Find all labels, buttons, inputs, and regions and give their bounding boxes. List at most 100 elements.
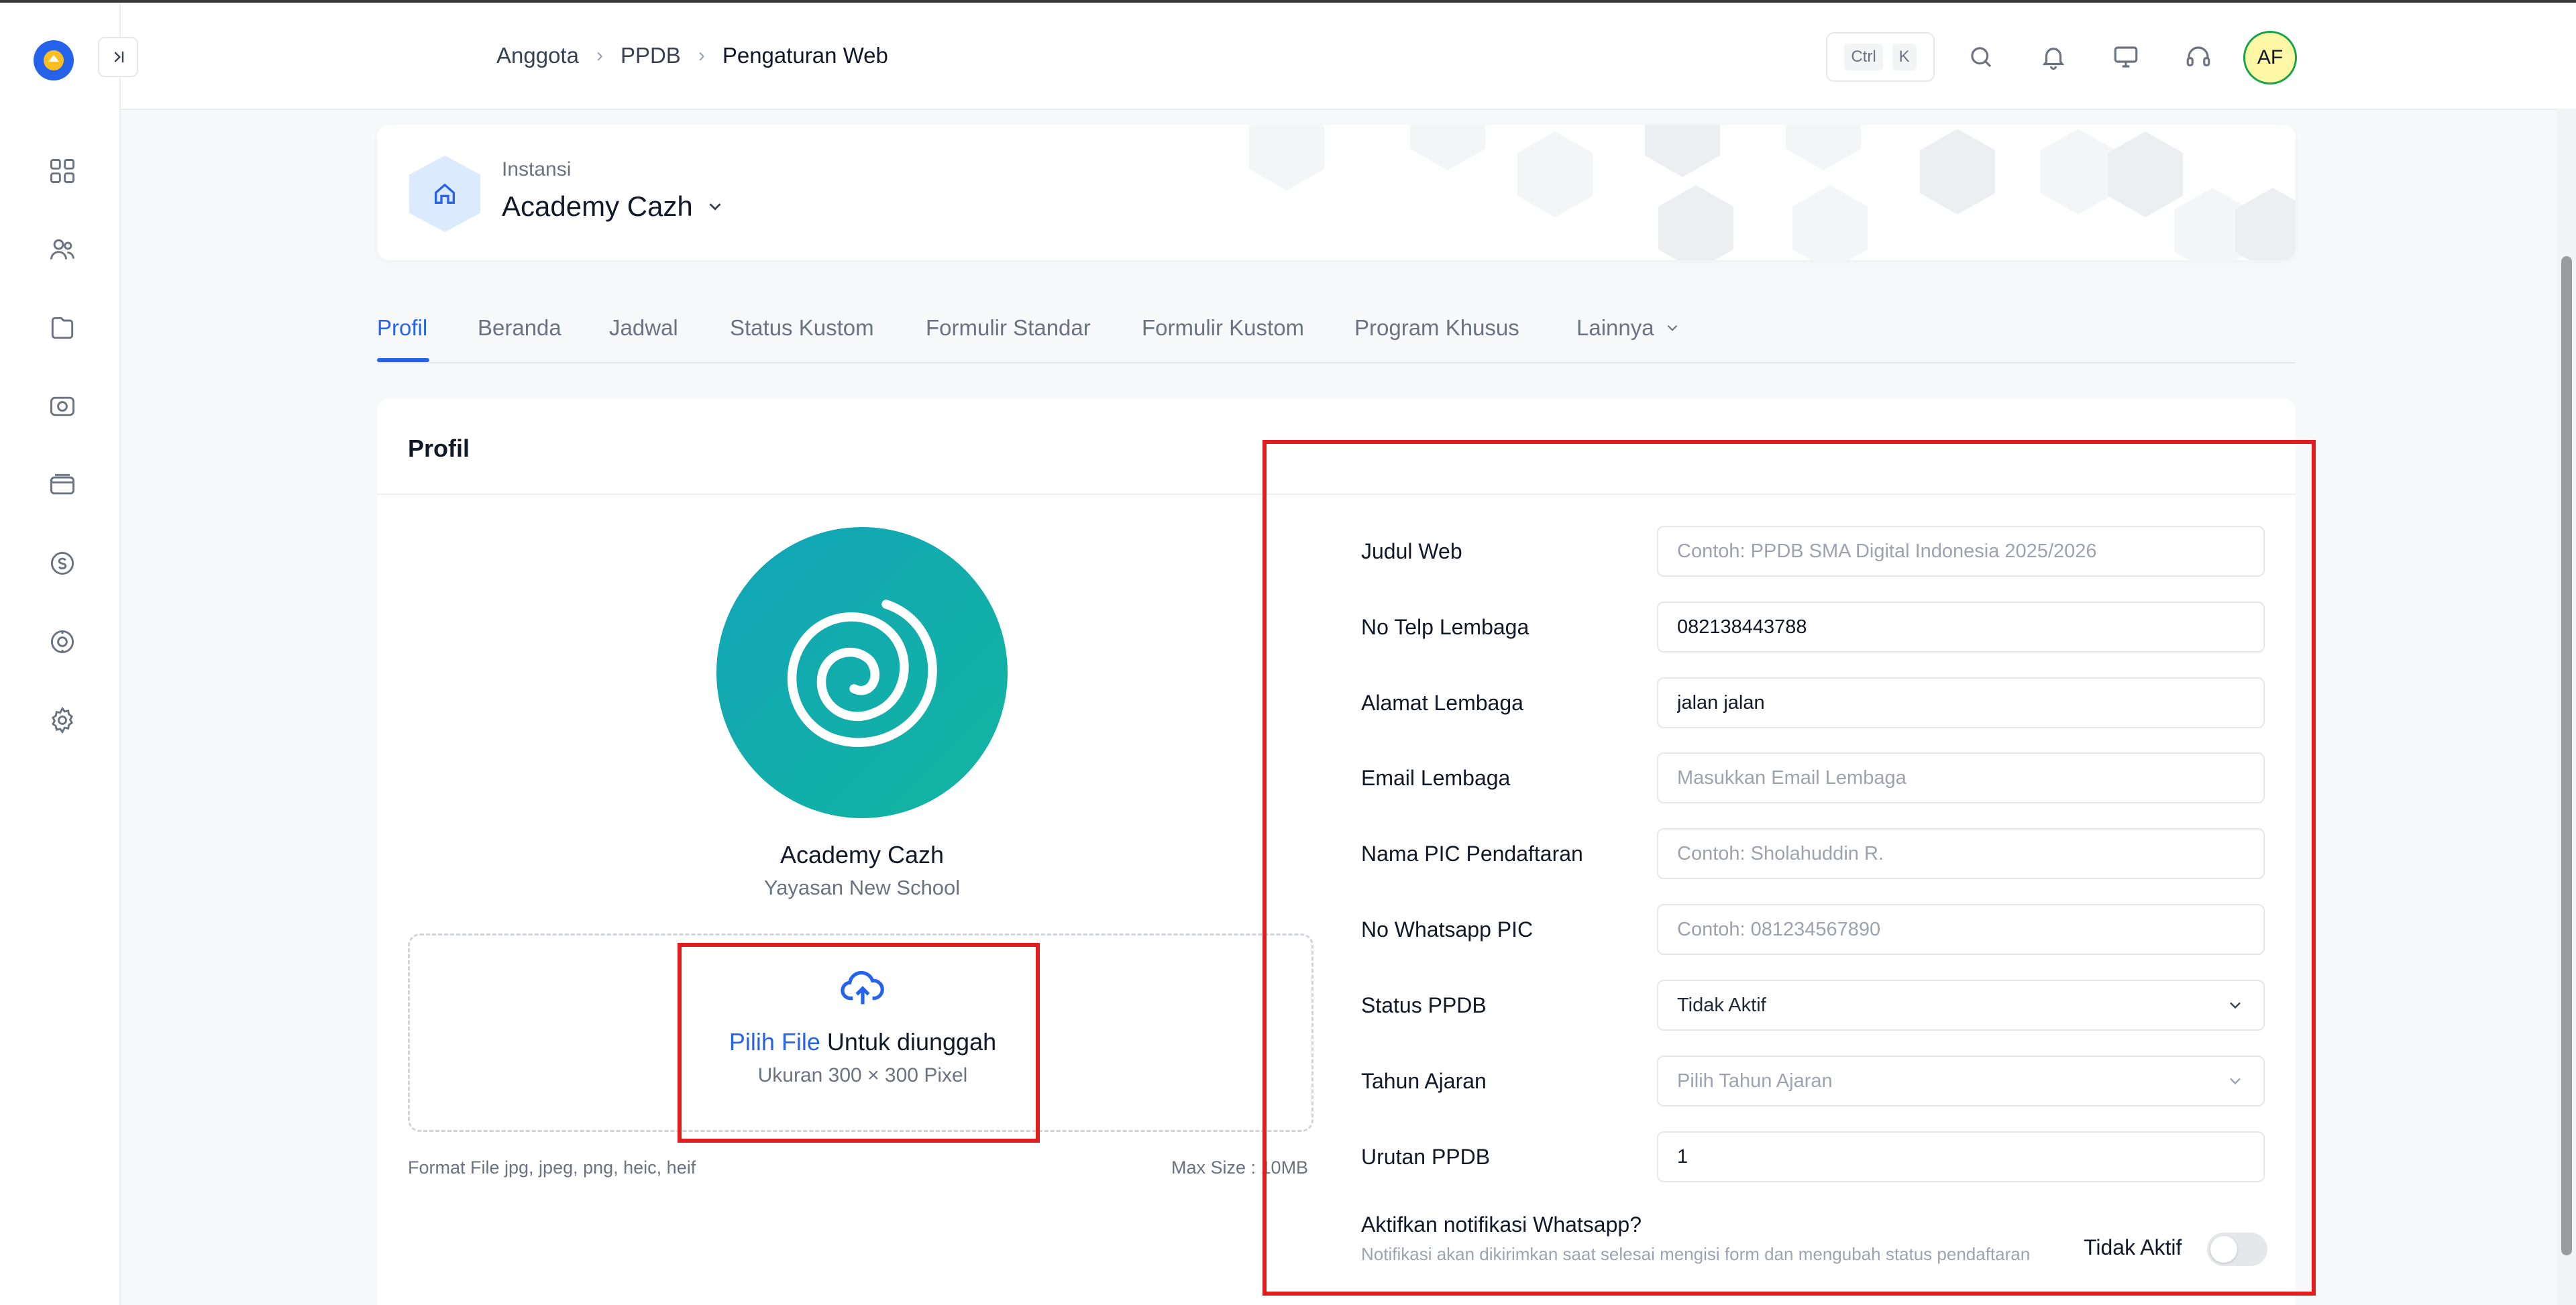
profile-card: Profil Academy Cazh Yayasan New School P… — [377, 398, 2296, 1305]
field-label: Email Lembaga — [1361, 766, 1511, 790]
form-row-alamat: Alamat Lembaga — [1361, 677, 2267, 728]
camera-icon[interactable] — [47, 391, 78, 422]
command-shortcut[interactable]: Ctrl K — [1826, 32, 1935, 82]
tab-bar: Profil Beranda Jadwal Status Kustom Form… — [377, 310, 2296, 363]
form-row-judul-web: Judul Web — [1361, 526, 2267, 577]
tahun-ajaran-placeholder: Pilih Tahun Ajaran — [1677, 1070, 1833, 1092]
decor-hex — [2235, 188, 2296, 260]
instansi-selector[interactable]: Academy Cazh — [502, 190, 725, 223]
field-label: Urutan PPDB — [1361, 1145, 1491, 1169]
breadcrumb-current: Pengaturan Web — [722, 43, 888, 68]
field-label: No Telp Lembaga — [1361, 615, 1529, 639]
chevron-right-icon: › — [596, 44, 603, 66]
chevron-down-icon — [709, 203, 721, 211]
judul-web-input[interactable] — [1657, 526, 2265, 577]
tab-profil[interactable]: Profil — [377, 315, 427, 341]
file-upload-dropzone[interactable]: Pilih File Untuk diunggah Ukuran 300 × 3… — [408, 933, 1313, 1132]
field-label: Alamat Lembaga — [1361, 691, 1523, 715]
upload-prompt-text: Untuk diunggah — [826, 1028, 997, 1056]
avatar[interactable]: AF — [2243, 31, 2297, 84]
tab-formulir-kustom[interactable]: Formulir Kustom — [1142, 315, 1304, 341]
choose-file-link[interactable]: Pilih File — [729, 1028, 820, 1056]
scrollbar-track[interactable] — [2557, 109, 2576, 1305]
form-row-tahun-ajaran: Tahun Ajaran Pilih Tahun Ajaran — [1361, 1056, 2267, 1107]
chevron-down-icon — [2230, 1078, 2241, 1085]
toggle-status-label: Tidak Aktif — [2084, 1235, 2182, 1259]
field-label: No Whatsapp PIC — [1361, 917, 1534, 942]
badge-icon[interactable] — [47, 626, 78, 657]
top-header: Anggota › PPDB › Pengaturan Web Ctrl K A… — [98, 3, 2576, 110]
tab-formulir-standar[interactable]: Formulir Standar — [926, 315, 1091, 341]
sidebar-toggle-button[interactable] — [98, 37, 138, 77]
kbd-ctrl: Ctrl — [1844, 44, 1883, 70]
search-icon[interactable] — [1964, 40, 1998, 74]
bell-icon[interactable] — [2037, 40, 2070, 74]
notif-description: Notifikasi akan dikirimkan saat selesai … — [1361, 1244, 2031, 1264]
divider — [377, 494, 2296, 495]
home-icon — [409, 156, 480, 232]
instansi-label: Instansi — [502, 158, 572, 180]
breadcrumb-ppdb[interactable]: PPDB — [621, 43, 681, 68]
form-row-urutan: Urutan PPDB — [1361, 1131, 2267, 1182]
field-label: Nama PIC Pendaftaran — [1361, 842, 1583, 866]
form-row-nama-pic: Nama PIC Pendaftaran — [1361, 828, 2267, 879]
field-label: Status PPDB — [1361, 993, 1487, 1017]
institution-name: Academy Cazh — [780, 841, 945, 868]
headset-icon[interactable] — [2182, 40, 2215, 74]
tab-jadwal[interactable]: Jadwal — [609, 315, 678, 341]
active-tab-indicator — [377, 358, 429, 362]
scrollbar-thumb[interactable] — [2561, 256, 2572, 1255]
file-format-hint: Format File jpg, jpeg, png, heic, heif — [408, 1157, 696, 1178]
tab-lainnya[interactable]: Lainnya — [1576, 315, 1681, 341]
status-ppdb-select[interactable]: Tidak Aktif — [1657, 980, 2265, 1031]
cloud-upload-icon — [410, 965, 1316, 1012]
breadcrumb: Anggota › PPDB › Pengaturan Web — [496, 43, 888, 68]
institution-logo — [716, 527, 1008, 818]
instansi-name: Academy Cazh — [502, 190, 693, 222]
app-logo[interactable] — [34, 40, 74, 80]
form-row-no-wa-pic: No Whatsapp PIC — [1361, 904, 2267, 955]
card-title: Profil — [408, 435, 470, 462]
kbd-k: K — [1892, 44, 1917, 70]
tab-status-kustom[interactable]: Status Kustom — [730, 315, 874, 341]
whatsapp-notif-toggle[interactable] — [2207, 1233, 2267, 1266]
decor-hex — [1249, 125, 1324, 190]
users-icon[interactable] — [47, 234, 78, 265]
institution-foundation: Yayasan New School — [763, 876, 961, 899]
monitor-icon[interactable] — [2109, 40, 2143, 74]
alamat-input[interactable] — [1657, 677, 2265, 728]
decor-hex — [1658, 185, 1733, 260]
urutan-input[interactable] — [1657, 1131, 2265, 1182]
field-label: Judul Web — [1361, 539, 1462, 563]
folder-icon[interactable] — [47, 313, 78, 343]
dashboard-icon[interactable] — [47, 156, 78, 186]
form-row-no-telp: No Telp Lembaga — [1361, 602, 2267, 652]
form-row-email: Email Lembaga — [1361, 752, 2267, 803]
chevron-down-icon — [2230, 1002, 2241, 1009]
breadcrumb-anggota[interactable]: Anggota — [496, 43, 579, 68]
nama-pic-input[interactable] — [1657, 828, 2265, 879]
decor-hex — [1786, 125, 1861, 170]
chevron-down-icon — [1667, 325, 1677, 331]
wallet-icon[interactable] — [47, 548, 78, 579]
tab-program-khusus[interactable]: Program Khusus — [1354, 315, 1519, 341]
decor-hex — [2041, 129, 2116, 215]
email-input[interactable] — [1657, 752, 2265, 803]
card-icon[interactable] — [47, 469, 78, 500]
decor-hex — [1792, 185, 1868, 260]
form-row-status-ppdb: Status PPDB Tidak Aktif — [1361, 980, 2267, 1031]
notif-title: Aktifkan notifikasi Whatsapp? — [1361, 1212, 1642, 1237]
tab-lainnya-label: Lainnya — [1576, 315, 1654, 340]
decor-hex — [1517, 131, 1593, 217]
sidebar — [0, 3, 121, 1305]
gear-icon[interactable] — [47, 705, 78, 736]
no-telp-input[interactable] — [1657, 602, 2265, 652]
field-label: Tahun Ajaran — [1361, 1069, 1487, 1093]
decor-hex — [2108, 131, 2183, 217]
upload-size-hint: Ukuran 300 × 300 Pixel — [757, 1064, 968, 1086]
toggle-knob — [2210, 1236, 2237, 1263]
tab-beranda[interactable]: Beranda — [478, 315, 561, 341]
instansi-card: Instansi Academy Cazh — [377, 125, 2296, 260]
tahun-ajaran-select[interactable]: Pilih Tahun Ajaran — [1657, 1056, 2265, 1107]
no-wa-pic-input[interactable] — [1657, 904, 2265, 955]
